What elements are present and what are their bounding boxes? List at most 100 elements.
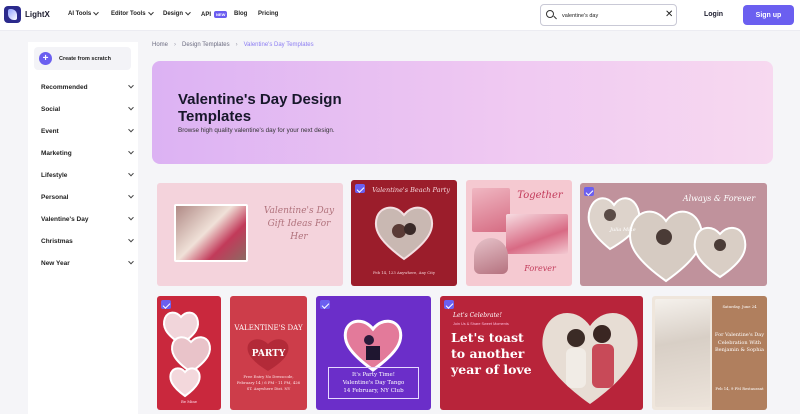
celebration-photo: [655, 299, 710, 407]
sidebar-item-personal[interactable]: Personal: [41, 191, 134, 203]
nav-blog-label: Blog: [234, 11, 248, 17]
nav-api[interactable]: API NEW: [201, 11, 228, 18]
tango-line-3: 14 February, NY Club: [343, 388, 404, 394]
sidebar-item-label: Marketing: [41, 149, 72, 157]
plus-icon: +: [39, 52, 52, 65]
sidebar-item-christmas[interactable]: Christmas: [41, 235, 134, 247]
breadcrumb: Home › Design Templates › Valentine's Da…: [152, 42, 314, 48]
nav-design[interactable]: Design: [163, 9, 191, 17]
chevron-down-icon: [128, 82, 134, 89]
party-details: Free Entry No Dresscode, February 14 / 6…: [236, 374, 301, 391]
pro-badge-icon: [355, 184, 365, 193]
nav-editor-tools-label: Editor Tools: [111, 11, 146, 17]
celebration-place: Feb 14, 9 PM Restaurant: [715, 386, 764, 391]
nav-ai-tools-label: AI Tools: [68, 11, 92, 17]
app-name: LightX: [25, 10, 50, 19]
sidebar-item-label: Recommended: [41, 83, 88, 91]
tango-line-1: It's Party Time!: [351, 372, 395, 378]
chevron-down-icon: [128, 214, 134, 221]
together-text: Together: [517, 190, 563, 201]
nav-pricing[interactable]: Pricing: [258, 11, 278, 17]
sidebar-item-event[interactable]: Event: [41, 125, 134, 137]
breadcrumb-current: Valentine's Day Templates: [243, 42, 314, 48]
chevron-down-icon: [128, 236, 134, 243]
together-photo-1: [472, 188, 510, 232]
template-card-always-forever[interactable]: Always & Forever Julia Mike: [580, 183, 767, 286]
sidebar-item-new-year[interactable]: New Year: [41, 257, 134, 269]
new-badge: NEW: [214, 11, 228, 18]
nav-pricing-label: Pricing: [258, 11, 279, 17]
top-nav: LightX AI Tools Editor Tools Design API …: [0, 0, 800, 31]
together-photo-2: [506, 214, 568, 254]
chevron-right-icon: ›: [235, 42, 238, 48]
page-title: Valentine's Day Design Templates: [178, 91, 342, 125]
chevron-down-icon: [128, 104, 134, 111]
search-box: ✕: [540, 4, 677, 26]
pro-badge-icon: [444, 300, 454, 309]
close-icon[interactable]: ✕: [665, 8, 673, 22]
tango-info-box: It's Party Time! Valentine's Day Tango 1…: [328, 367, 419, 399]
nav-ai-tools[interactable]: AI Tools: [68, 9, 100, 17]
template-card-together-forever[interactable]: Together Forever: [466, 180, 572, 286]
nav-editor-tools[interactable]: Editor Tools: [111, 9, 154, 17]
template-card-gift-ideas[interactable]: Valentine's Day Gift Ideas For Her: [157, 183, 343, 286]
chevron-down-icon: [185, 9, 191, 16]
create-label: Create from scratch: [59, 55, 111, 62]
template-card-toast-love[interactable]: Let's Celebrate! Join Us & Share Sweet M…: [440, 296, 643, 410]
beach-title: Valentine's Beach Party: [372, 186, 450, 194]
breadcrumb-design-templates[interactable]: Design Templates: [182, 42, 230, 48]
sidebar-item-label: Valentine's Day: [41, 215, 89, 223]
template-card-couple-hearts[interactable]: Be Mine: [157, 296, 221, 410]
signup-button[interactable]: Sign up: [743, 5, 794, 25]
sidebar-item-label: Christmas: [41, 237, 73, 245]
party-title: VALENTINE'S DAY: [234, 324, 303, 332]
celebration-date: Saturday, June 24: [722, 304, 757, 309]
chevron-down-icon: [128, 258, 134, 265]
page-subtitle: Browse high quality valentine's day for …: [178, 127, 335, 134]
party-label: PARTY: [251, 349, 286, 359]
chevron-down-icon: [93, 9, 100, 16]
toast-celebrate: Let's Celebrate!: [453, 312, 502, 319]
gift-text: Valentine's Day Gift Ideas For Her: [263, 206, 335, 242]
template-card-tango[interactable]: It's Party Time! Valentine's Day Tango 1…: [316, 296, 431, 410]
chevron-down-icon: [128, 126, 134, 133]
hero-banner: Valentine's Day Design Templates Browse …: [152, 61, 773, 164]
chevron-down-icon: [128, 192, 134, 199]
create-from-scratch-button[interactable]: + Create from scratch: [34, 47, 131, 70]
nav-blog[interactable]: Blog: [234, 11, 247, 17]
toast-headline: Let's toast to another year of love: [451, 330, 532, 377]
tango-line-2: Valentine's Day Tango: [342, 380, 405, 386]
beach-details: Feb 14, 123 Anywhere, Any City: [372, 270, 436, 275]
heart-photo-icon: [542, 313, 638, 404]
breadcrumb-home[interactable]: Home: [152, 42, 168, 48]
gift-photo: [174, 204, 248, 262]
chevron-down-icon: [128, 148, 134, 155]
toast-details: Join Us & Share Sweet Moments: [453, 322, 509, 326]
couple-names: Julia Mike: [610, 227, 636, 233]
template-card-beach-party[interactable]: Valentine's Beach Party Feb 14, 123 Anyw…: [351, 180, 457, 286]
search-icon: [546, 10, 554, 18]
chevron-down-icon: [147, 9, 154, 16]
search-input[interactable]: [562, 9, 657, 22]
template-card-valentines-party[interactable]: VALENTINE'S DAY PARTY Free Entry No Dres…: [230, 296, 307, 410]
sidebar-item-valentines-day[interactable]: Valentine's Day: [41, 213, 134, 225]
pro-badge-icon: [320, 300, 330, 309]
login-button[interactable]: Login: [704, 11, 723, 18]
heart-photos-icon: [162, 311, 211, 398]
sidebar-item-social[interactable]: Social: [41, 103, 134, 115]
sidebar-item-label: Lifestyle: [41, 171, 68, 179]
sidebar-item-marketing[interactable]: Marketing: [41, 147, 134, 159]
sidebar-item-recommended[interactable]: Recommended: [41, 81, 134, 93]
logo[interactable]: LightX: [4, 6, 50, 23]
heart-photo-icon: [374, 206, 434, 261]
heart-photo-icon: [343, 319, 403, 372]
couple-caption: Be Mine: [180, 399, 198, 404]
sidebar: + Create from scratch Recommended Social…: [28, 42, 138, 414]
template-card-celebration[interactable]: Saturday, June 24 For Valentine's Day Ce…: [652, 296, 767, 410]
forever-text: Forever: [524, 264, 556, 273]
sidebar-item-label: Event: [41, 127, 59, 135]
nav-api-label: API: [201, 11, 212, 18]
chevron-right-icon: ›: [174, 42, 177, 48]
logo-icon: [4, 6, 21, 23]
sidebar-item-lifestyle[interactable]: Lifestyle: [41, 169, 134, 181]
